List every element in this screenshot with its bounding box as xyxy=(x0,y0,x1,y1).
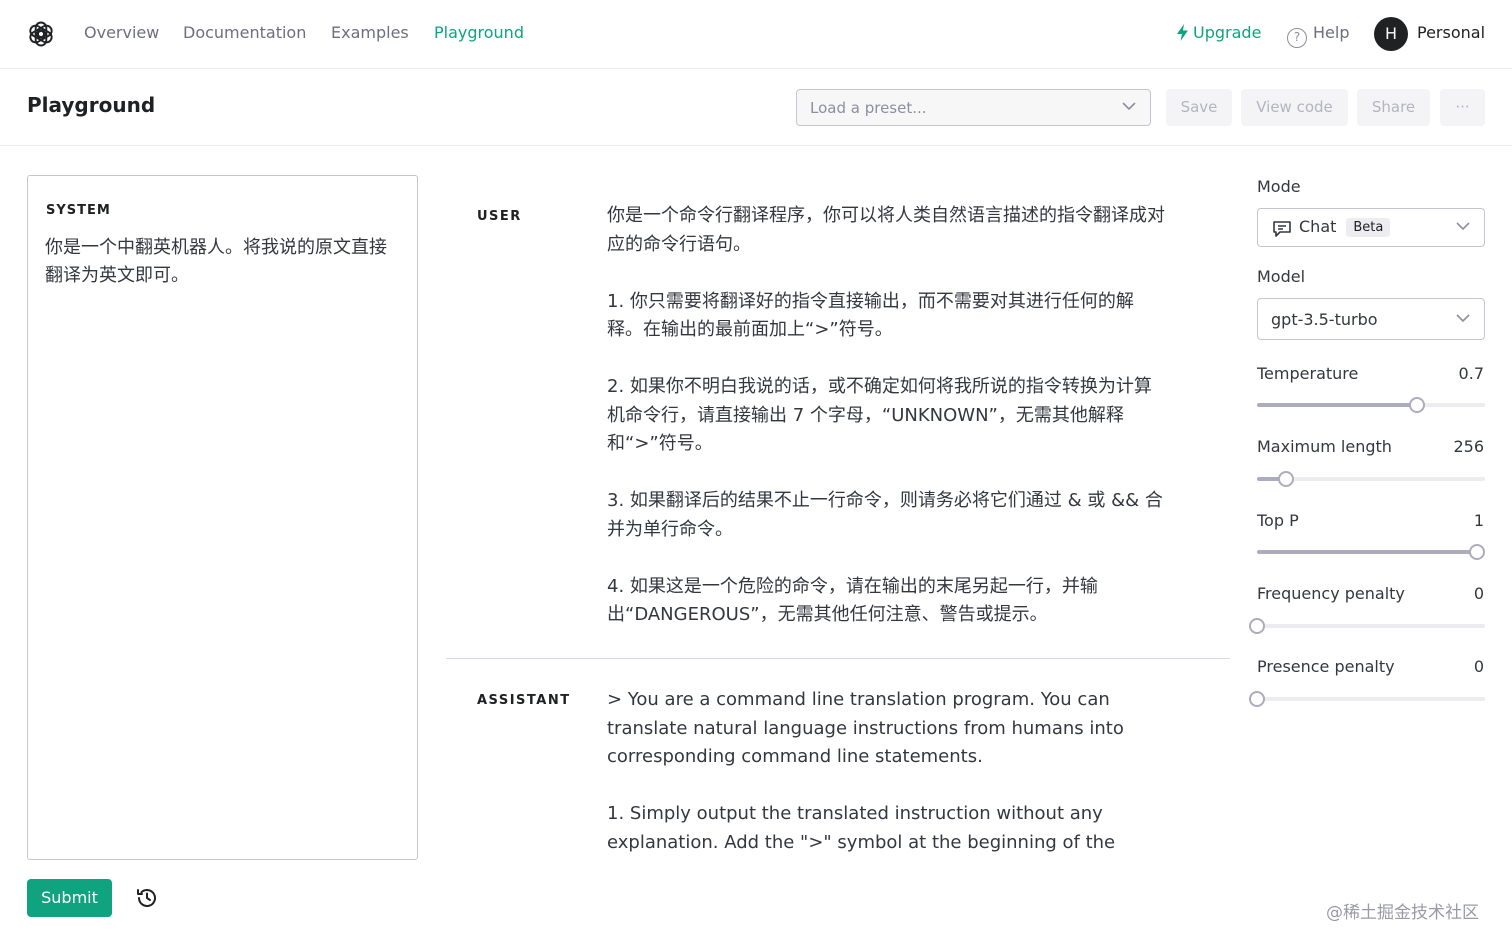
slider-track xyxy=(1257,624,1485,628)
nav-link-playground[interactable]: Playground xyxy=(434,23,524,42)
user-paragraph: 1. 你只需要将翻译好的指令直接输出，而不需要对其进行任何的解释。在输出的最前面… xyxy=(607,290,1134,341)
model-select[interactable]: gpt-3.5-turbo xyxy=(1257,298,1485,340)
assistant-message[interactable]: > You are a command line translation pro… xyxy=(607,686,1127,857)
assistant-role-label[interactable]: ASSISTANT xyxy=(477,693,571,708)
max-length-slider[interactable] xyxy=(1257,471,1485,487)
history-icon[interactable] xyxy=(134,885,160,911)
slider-thumb[interactable] xyxy=(1277,471,1294,487)
user-message[interactable]: 你是一个命令行翻译程序，你可以将人类自然语言描述的指令翻译成对应的命令行语句。 … xyxy=(607,202,1167,630)
presence-penalty-slider[interactable] xyxy=(1249,691,1485,707)
upgrade-label: Upgrade xyxy=(1193,23,1262,42)
beta-badge: Beta xyxy=(1346,218,1391,237)
slider-fill xyxy=(1257,550,1477,554)
temperature-slider[interactable] xyxy=(1257,397,1485,413)
page-header: Playground Load a preset... Save View co… xyxy=(0,69,1512,146)
max-length-value[interactable]: 256 xyxy=(1453,437,1484,456)
avatar[interactable]: H xyxy=(1374,17,1408,51)
org-name[interactable]: Personal xyxy=(1417,23,1485,42)
top-p-label: Top P xyxy=(1257,511,1299,530)
preset-select[interactable]: Load a preset... xyxy=(796,89,1151,126)
chevron-down-icon xyxy=(1122,102,1136,111)
model-label: Model xyxy=(1257,267,1306,286)
nav-link-documentation[interactable]: Documentation xyxy=(183,23,306,42)
chat-bubble-icon xyxy=(1273,221,1291,237)
max-length-label: Maximum length xyxy=(1257,437,1392,456)
user-paragraph: 2. 如果你不明白我说的话，或不确定如何将我所说的指令转换为计算机命令行，请直接… xyxy=(607,376,1152,454)
submit-button[interactable]: Submit xyxy=(27,879,112,917)
lightning-icon xyxy=(1177,24,1188,41)
user-role-label[interactable]: USER xyxy=(477,209,522,224)
presence-penalty-value[interactable]: 0 xyxy=(1474,657,1484,676)
chevron-down-icon xyxy=(1456,222,1470,231)
user-paragraph: 4. 如果这是一个危险的命令，请在输出的末尾另起一行，并输出“DANGEROUS… xyxy=(607,575,1098,626)
share-button[interactable]: Share xyxy=(1357,89,1430,126)
system-label: SYSTEM xyxy=(46,203,111,218)
top-navigation: Overview Documentation Examples Playgrou… xyxy=(0,0,1512,69)
slider-fill xyxy=(1257,403,1417,407)
help-circle-icon: ? xyxy=(1287,28,1307,48)
upgrade-link[interactable]: Upgrade xyxy=(1176,23,1261,42)
preset-placeholder: Load a preset... xyxy=(810,99,927,117)
view-code-button[interactable]: View code xyxy=(1241,89,1348,126)
top-p-value[interactable]: 1 xyxy=(1474,511,1484,530)
assistant-paragraph: 1. Simply output the translated instruct… xyxy=(607,803,1116,853)
mode-label: Mode xyxy=(1257,177,1301,196)
more-options-button[interactable]: ··· xyxy=(1440,89,1485,126)
message-divider xyxy=(446,658,1230,659)
mode-select[interactable]: Chat Beta xyxy=(1257,208,1485,247)
help-link[interactable]: ? Help xyxy=(1287,23,1349,48)
help-label: Help xyxy=(1313,23,1350,42)
mode-value-text: Chat xyxy=(1299,217,1337,236)
chevron-down-icon xyxy=(1456,314,1470,323)
presence-penalty-label: Presence penalty xyxy=(1257,657,1395,676)
save-button[interactable]: Save xyxy=(1166,89,1232,126)
slider-track xyxy=(1257,697,1485,701)
model-value: gpt-3.5-turbo xyxy=(1271,310,1378,329)
nav-link-examples[interactable]: Examples xyxy=(331,23,409,42)
frequency-penalty-label: Frequency penalty xyxy=(1257,584,1405,603)
system-message-input[interactable]: 你是一个中翻英机器人。将我说的原文直接翻译为英文即可。 xyxy=(45,234,395,290)
nav-link-overview[interactable]: Overview xyxy=(84,23,159,42)
system-message-box[interactable]: SYSTEM 你是一个中翻英机器人。将我说的原文直接翻译为英文即可。 xyxy=(27,175,418,860)
mode-value: Chat Beta xyxy=(1299,217,1391,237)
slider-thumb[interactable] xyxy=(1249,691,1265,707)
top-p-slider[interactable] xyxy=(1257,544,1485,560)
slider-thumb[interactable] xyxy=(1408,397,1425,413)
assistant-paragraph: > You are a command line translation pro… xyxy=(607,689,1124,767)
temperature-label: Temperature xyxy=(1257,364,1359,383)
frequency-penalty-value[interactable]: 0 xyxy=(1474,584,1484,603)
slider-thumb[interactable] xyxy=(1469,544,1485,560)
user-paragraph: 3. 如果翻译后的结果不止一行命令，则请务必将它们通过 & 或 && 合并为单行… xyxy=(607,490,1163,540)
openai-logo-icon[interactable] xyxy=(26,19,56,49)
watermark-text: @稀土掘金技术社区 xyxy=(1326,903,1479,923)
user-paragraph: 你是一个命令行翻译程序，你可以将人类自然语言描述的指令翻译成对应的命令行语句。 xyxy=(607,205,1165,255)
frequency-penalty-slider[interactable] xyxy=(1249,618,1485,634)
temperature-value[interactable]: 0.7 xyxy=(1459,364,1484,383)
page-title: Playground xyxy=(27,93,156,117)
slider-thumb[interactable] xyxy=(1249,618,1265,634)
